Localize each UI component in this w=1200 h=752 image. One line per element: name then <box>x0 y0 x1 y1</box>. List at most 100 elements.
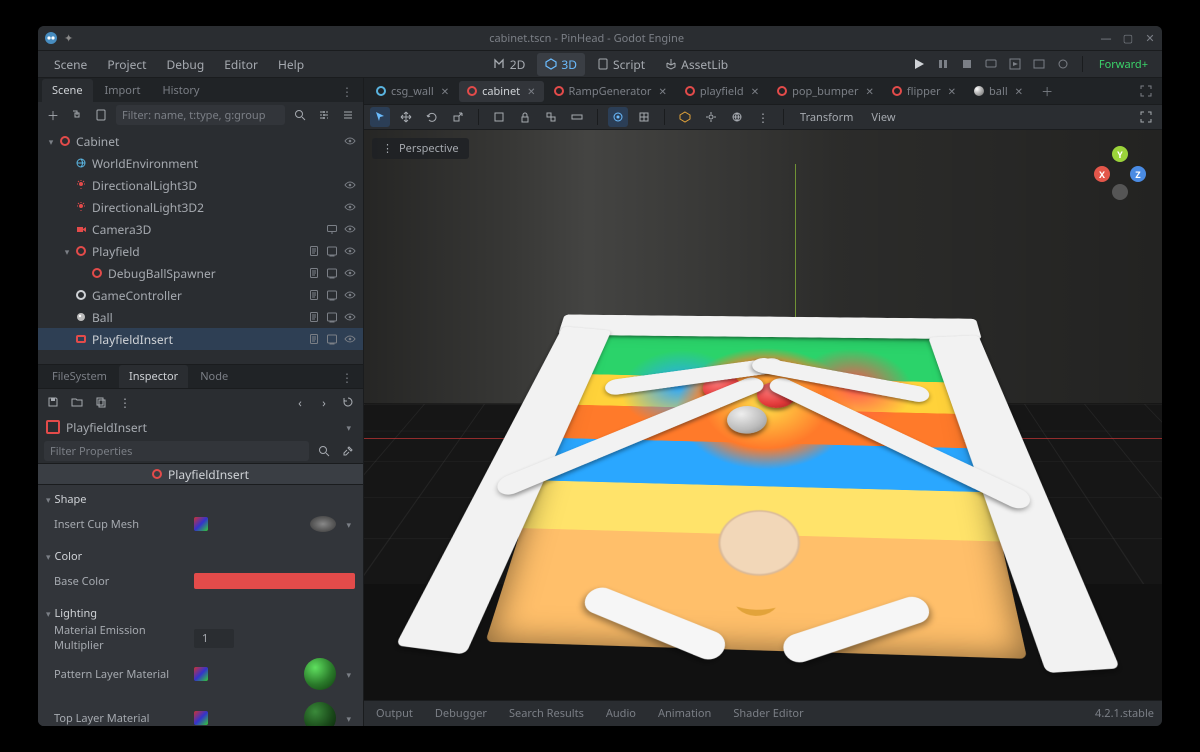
bottom-pane-audio[interactable]: Audio <box>602 704 640 723</box>
menu-project[interactable]: Project <box>99 52 154 77</box>
attach-script-button[interactable] <box>92 106 110 124</box>
close-icon[interactable]: ✕ <box>1144 31 1156 46</box>
scene-tab-cabinet[interactable]: cabinet✕ <box>459 81 543 102</box>
orientation-gizmo[interactable]: Y X Z <box>1094 146 1146 198</box>
close-tab-icon[interactable]: ✕ <box>751 84 759 98</box>
renderer-dropdown[interactable]: Forward+ <box>1093 55 1154 74</box>
play-custom-button[interactable] <box>1030 55 1048 73</box>
eye-icon[interactable] <box>343 200 357 214</box>
play-button[interactable] <box>910 55 928 73</box>
tree-node-debugballspawner[interactable]: DebugBallSpawner <box>38 262 363 284</box>
inspector-kebab-icon[interactable]: ⋮ <box>116 393 134 411</box>
script-icon[interactable] <box>307 288 321 302</box>
tool-environment[interactable] <box>727 107 747 127</box>
pin-icon[interactable]: ✦ <box>64 31 73 46</box>
group-lighting[interactable]: Lighting <box>46 603 355 624</box>
close-tab-icon[interactable]: ✕ <box>441 84 449 98</box>
material-preview[interactable] <box>304 702 336 726</box>
eye-icon[interactable] <box>343 266 357 280</box>
close-tab-icon[interactable]: ✕ <box>527 84 535 98</box>
transform-menu[interactable]: Transform <box>794 110 859 125</box>
tree-node-directionallight3d2[interactable]: DirectionalLight3D2 <box>38 196 363 218</box>
bottom-pane-output[interactable]: Output <box>372 704 417 723</box>
tab-import[interactable]: Import <box>95 79 151 102</box>
scale-tool[interactable] <box>448 107 468 127</box>
tree-node-playfield[interactable]: ▾Playfield <box>38 240 363 262</box>
axis-x[interactable]: X <box>1094 166 1110 182</box>
eye-icon[interactable] <box>343 222 357 236</box>
search-icon[interactable] <box>315 442 333 460</box>
inspector-filter-input[interactable]: Filter Properties <box>44 441 309 461</box>
local-space-toggle[interactable] <box>608 107 628 127</box>
scene-filter-input[interactable]: Filter: name, t:type, g:group <box>116 105 285 125</box>
inspector-body[interactable]: PlayfieldInsert Shape Insert Cup Mesh <box>38 463 363 726</box>
number-input[interactable]: 1 <box>194 629 234 648</box>
tree-node-camera3d[interactable]: Camera3D <box>38 218 363 240</box>
dock-options-icon[interactable]: ⋮ <box>335 81 359 102</box>
close-tab-icon[interactable]: ✕ <box>658 84 666 98</box>
script-icon[interactable] <box>307 244 321 258</box>
eye-icon[interactable] <box>343 134 357 148</box>
scene-tab-ball[interactable]: ball✕ <box>966 81 1031 102</box>
distraction-free-icon[interactable] <box>1136 107 1156 127</box>
menu-scene[interactable]: Scene <box>46 52 95 77</box>
scene-tab-flipper[interactable]: flipper✕ <box>884 81 964 102</box>
script-icon[interactable] <box>307 332 321 346</box>
viewport-3d[interactable]: ⋮ Perspective Y X Z <box>364 130 1162 700</box>
mode-script[interactable]: Script <box>589 53 653 76</box>
link-icon[interactable] <box>325 266 339 280</box>
bottom-pane-animation[interactable]: Animation <box>654 704 715 723</box>
eye-icon[interactable] <box>343 288 357 302</box>
eye-icon[interactable] <box>343 178 357 192</box>
scene-tab-playfield[interactable]: playfield✕ <box>677 81 767 102</box>
search-icon[interactable] <box>291 106 309 124</box>
menu-editor[interactable]: Editor <box>216 52 266 77</box>
bottom-pane-search-results[interactable]: Search Results <box>505 704 588 723</box>
tree-node-cabinet[interactable]: ▾Cabinet <box>38 130 363 152</box>
resource-icon[interactable] <box>194 667 208 681</box>
rotate-tool[interactable] <box>422 107 442 127</box>
scene-tab-pop_bumper[interactable]: pop_bumper✕ <box>769 81 882 102</box>
tool-list-select[interactable] <box>489 107 509 127</box>
tree-node-worldenvironment[interactable]: WorldEnvironment <box>38 152 363 174</box>
tool-camera-override[interactable] <box>675 107 695 127</box>
mesh-preview[interactable] <box>310 516 336 532</box>
link-icon[interactable] <box>325 332 339 346</box>
tab-inspector[interactable]: Inspector <box>119 365 188 388</box>
tree-node-playfieldinsert[interactable]: PlayfieldInsert <box>38 328 363 350</box>
tool-ruler[interactable] <box>567 107 587 127</box>
script-icon[interactable] <box>307 266 321 280</box>
chevron-down-icon[interactable]: ▾ <box>342 712 355 725</box>
copy-resource-button[interactable] <box>92 393 110 411</box>
history-forward-button[interactable]: › <box>315 393 333 411</box>
eye-icon[interactable] <box>343 244 357 258</box>
resource-icon[interactable] <box>194 517 208 531</box>
load-resource-button[interactable] <box>68 393 86 411</box>
minimize-icon[interactable]: — <box>1100 31 1112 46</box>
eye-icon[interactable] <box>343 310 357 324</box>
mode-2d[interactable]: 2D <box>486 53 534 76</box>
tab-node[interactable]: Node <box>190 365 238 388</box>
color-picker[interactable] <box>194 573 355 589</box>
class-header-playfieldinsert[interactable]: PlayfieldInsert <box>38 463 363 485</box>
tree-node-ball[interactable]: Ball <box>38 306 363 328</box>
tab-history[interactable]: History <box>152 79 209 102</box>
close-tab-icon[interactable]: ✕ <box>1015 84 1023 98</box>
close-tab-icon[interactable]: ✕ <box>948 84 956 98</box>
pause-button[interactable] <box>934 55 952 73</box>
group-shape[interactable]: Shape <box>46 489 355 510</box>
chevron-down-icon[interactable]: ▾ <box>342 668 355 681</box>
preview-icon[interactable] <box>325 222 339 236</box>
scene-tree[interactable]: ▾CabinetWorldEnvironment DirectionalLight… <box>38 128 363 364</box>
titlebar[interactable]: ✦ cabinet.tscn - PinHead - Godot Engine … <box>38 26 1162 50</box>
group-color[interactable]: Color <box>46 546 355 567</box>
axis-neg[interactable] <box>1112 184 1128 200</box>
menu-help[interactable]: Help <box>270 52 312 77</box>
inspector-tools-icon[interactable] <box>339 442 357 460</box>
chevron-down-icon[interactable]: ▾ <box>342 518 355 531</box>
tool-group[interactable] <box>541 107 561 127</box>
scene-tab-RampGenerator[interactable]: RampGenerator✕ <box>546 81 675 102</box>
dock-options-icon[interactable]: ⋮ <box>335 367 359 388</box>
filter-options-icon[interactable] <box>315 106 333 124</box>
scene-tab-csg_wall[interactable]: csg_wall✕ <box>368 81 457 102</box>
